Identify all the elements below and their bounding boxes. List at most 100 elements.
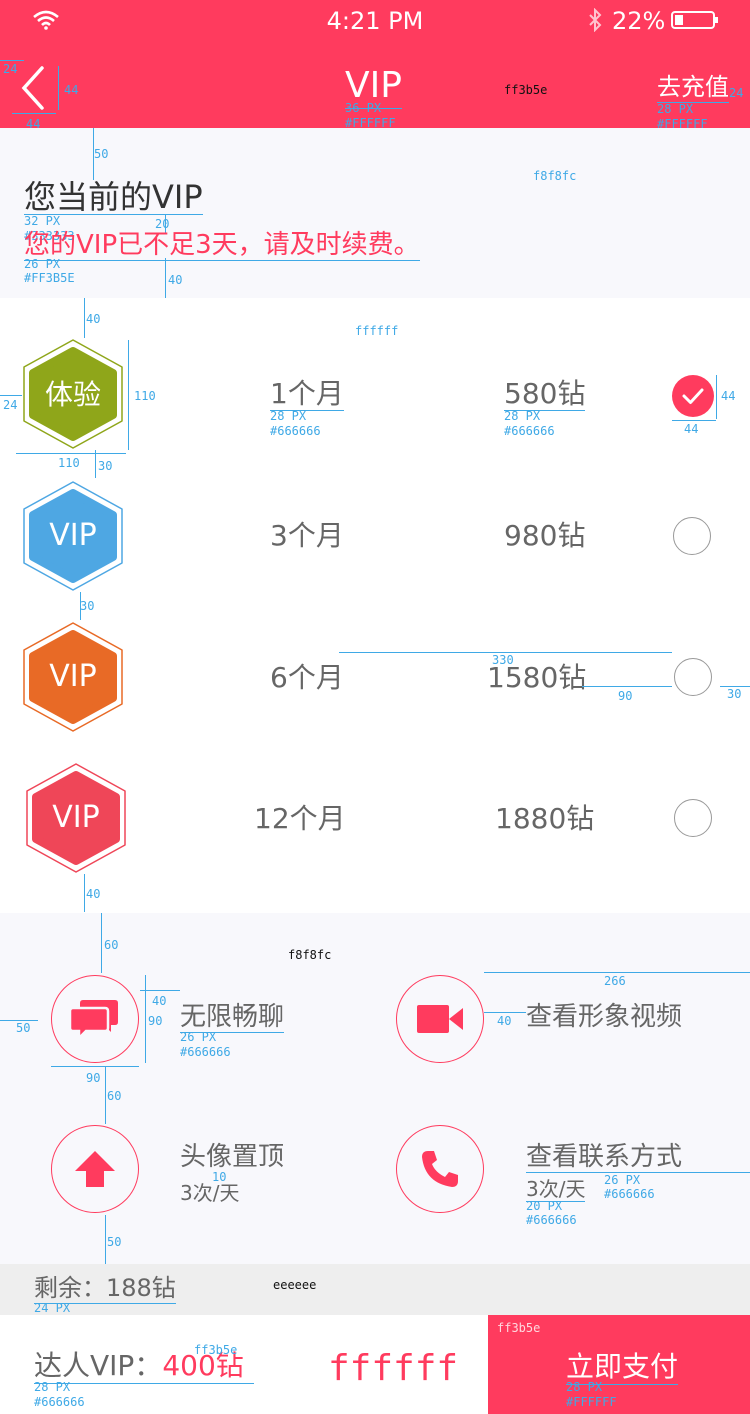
ann-plan-size: 28 PX: [504, 409, 541, 423]
ann-line: [140, 990, 180, 991]
ann-110-vert: 110: [134, 389, 156, 403]
plan-badge-label: VIP: [49, 518, 97, 553]
amount-color-note: ff3b5e: [194, 1343, 238, 1357]
feature-title: 查看形象视频: [526, 1002, 683, 1032]
ann-line: [716, 375, 717, 419]
contact-feature-circle: [396, 1125, 484, 1213]
ann-line: [84, 874, 85, 912]
plan-badge-label: VIP: [52, 800, 100, 835]
plan-duration: 12个月: [254, 802, 346, 835]
ann-20: 20: [155, 217, 170, 231]
ann-60: 60: [104, 938, 119, 952]
ann-right-size: 28 PX: [657, 102, 694, 116]
ann-feat-color: #666666: [180, 1045, 231, 1059]
ann-footer-color: #666666: [34, 1395, 85, 1409]
ann-44: 44: [721, 389, 736, 403]
ann-line: [582, 686, 672, 687]
arrow-up-icon: [75, 1151, 115, 1187]
ann-line: [0, 60, 24, 61]
ann-notice-size: 26 PX: [24, 257, 61, 271]
plan-duration: 1个月: [270, 377, 344, 411]
ann-50: 50: [107, 1235, 122, 1249]
plan-badge-label: VIP: [49, 659, 97, 694]
phone-icon: [422, 1151, 458, 1187]
ann-line: [105, 1066, 106, 1124]
balance-bg-note: eeeeee: [273, 1278, 317, 1292]
plan-price: 1880钻: [495, 802, 595, 835]
ann-30: 30: [80, 599, 95, 613]
ann-90: 90: [86, 1071, 101, 1085]
white-note: ffffff: [328, 1348, 459, 1389]
ann-110-horiz: 110: [58, 456, 80, 470]
ann-44: 44: [684, 422, 699, 436]
chat-icon: [69, 1000, 118, 1042]
plan-price: 580钻: [504, 377, 586, 411]
ann-44-vert: 44: [64, 83, 79, 97]
feature-sub: 3次/天: [180, 1181, 240, 1205]
ann-90: 90: [618, 689, 633, 703]
ann-plan-color: #666666: [504, 424, 555, 438]
ann-line: [84, 298, 85, 338]
ann-line: [51, 1066, 139, 1067]
current-bg-note: f8f8fc: [533, 169, 577, 183]
ann-title-size: 36 PX: [345, 101, 382, 115]
status-bar: 4:21 PM 22%: [0, 0, 750, 40]
ann-50: 50: [16, 1021, 31, 1035]
plan-radio[interactable]: [674, 799, 712, 837]
ann-notice-color: #FF3B5E: [24, 271, 75, 285]
video-feature-circle: [396, 975, 484, 1063]
ann-line: [128, 340, 129, 450]
battery-percent: 22%: [612, 7, 666, 35]
ann-pay-size: 28 PX: [566, 1380, 603, 1394]
ann-feat-color: #666666: [604, 1187, 655, 1201]
ann-90: 90: [148, 1014, 163, 1028]
features-bg-note: f8f8fc: [288, 948, 332, 962]
ann-24-right: 24: [729, 86, 744, 100]
ann-266: 266: [604, 974, 626, 988]
plan-radio[interactable]: [673, 517, 711, 555]
chat-feature-circle: [51, 975, 139, 1063]
ann-40: 40: [152, 994, 167, 1008]
ann-footer-size: 28 PX: [34, 1380, 71, 1394]
plan-duration: 3个月: [270, 519, 344, 552]
ann-sub-color: #666666: [526, 1213, 577, 1227]
footer-label: 达人VIP：: [34, 1349, 163, 1382]
ann-line: [165, 258, 166, 298]
ann-plan-color: #666666: [270, 424, 321, 438]
plan-radio[interactable]: [674, 658, 712, 696]
ann-60: 60: [107, 1089, 122, 1103]
ann-40: 40: [497, 1014, 512, 1028]
ann-line: [672, 420, 716, 421]
back-icon[interactable]: [18, 64, 48, 112]
plan-radio-selected[interactable]: [672, 375, 714, 417]
pin-top-feature-circle: [51, 1125, 139, 1213]
ann-30: 30: [727, 687, 742, 701]
ann-40: 40: [86, 312, 101, 326]
ann-40: 40: [86, 887, 101, 901]
feature-title: 查看联系方式: [526, 1142, 750, 1173]
checkmark-icon: [682, 388, 704, 404]
ann-line: [484, 1012, 526, 1013]
pay-color-note: ff3b5e: [497, 1321, 541, 1335]
ann-heading-size: 32 PX: [24, 214, 61, 228]
ann-line: [12, 113, 56, 114]
feature-title: 无限畅聊: [180, 1002, 285, 1033]
header-color-note: ff3b5e: [504, 83, 548, 97]
ann-line: [484, 972, 750, 973]
renew-notice: 您的VIP已不足3天，请及时续费。: [24, 230, 420, 261]
ann-line: [0, 395, 22, 396]
ann-line: [95, 450, 96, 478]
ann-sub-size: 20 PX: [526, 1199, 563, 1213]
video-camera-icon: [417, 1005, 463, 1033]
battery-icon: [671, 11, 718, 29]
ann-50: 50: [94, 147, 109, 161]
ann-24: 24: [3, 398, 18, 412]
ann-balance-size: 24 PX: [34, 1301, 71, 1315]
plan-price: 980钻: [504, 519, 586, 552]
plans-bg-note: ffffff: [355, 324, 399, 338]
bluetooth-icon: [589, 8, 602, 32]
ann-10: 10: [212, 1170, 227, 1184]
recharge-link[interactable]: 去充值: [657, 72, 729, 103]
ann-feat-size: 26 PX: [604, 1173, 641, 1187]
ann-line: [16, 453, 126, 454]
